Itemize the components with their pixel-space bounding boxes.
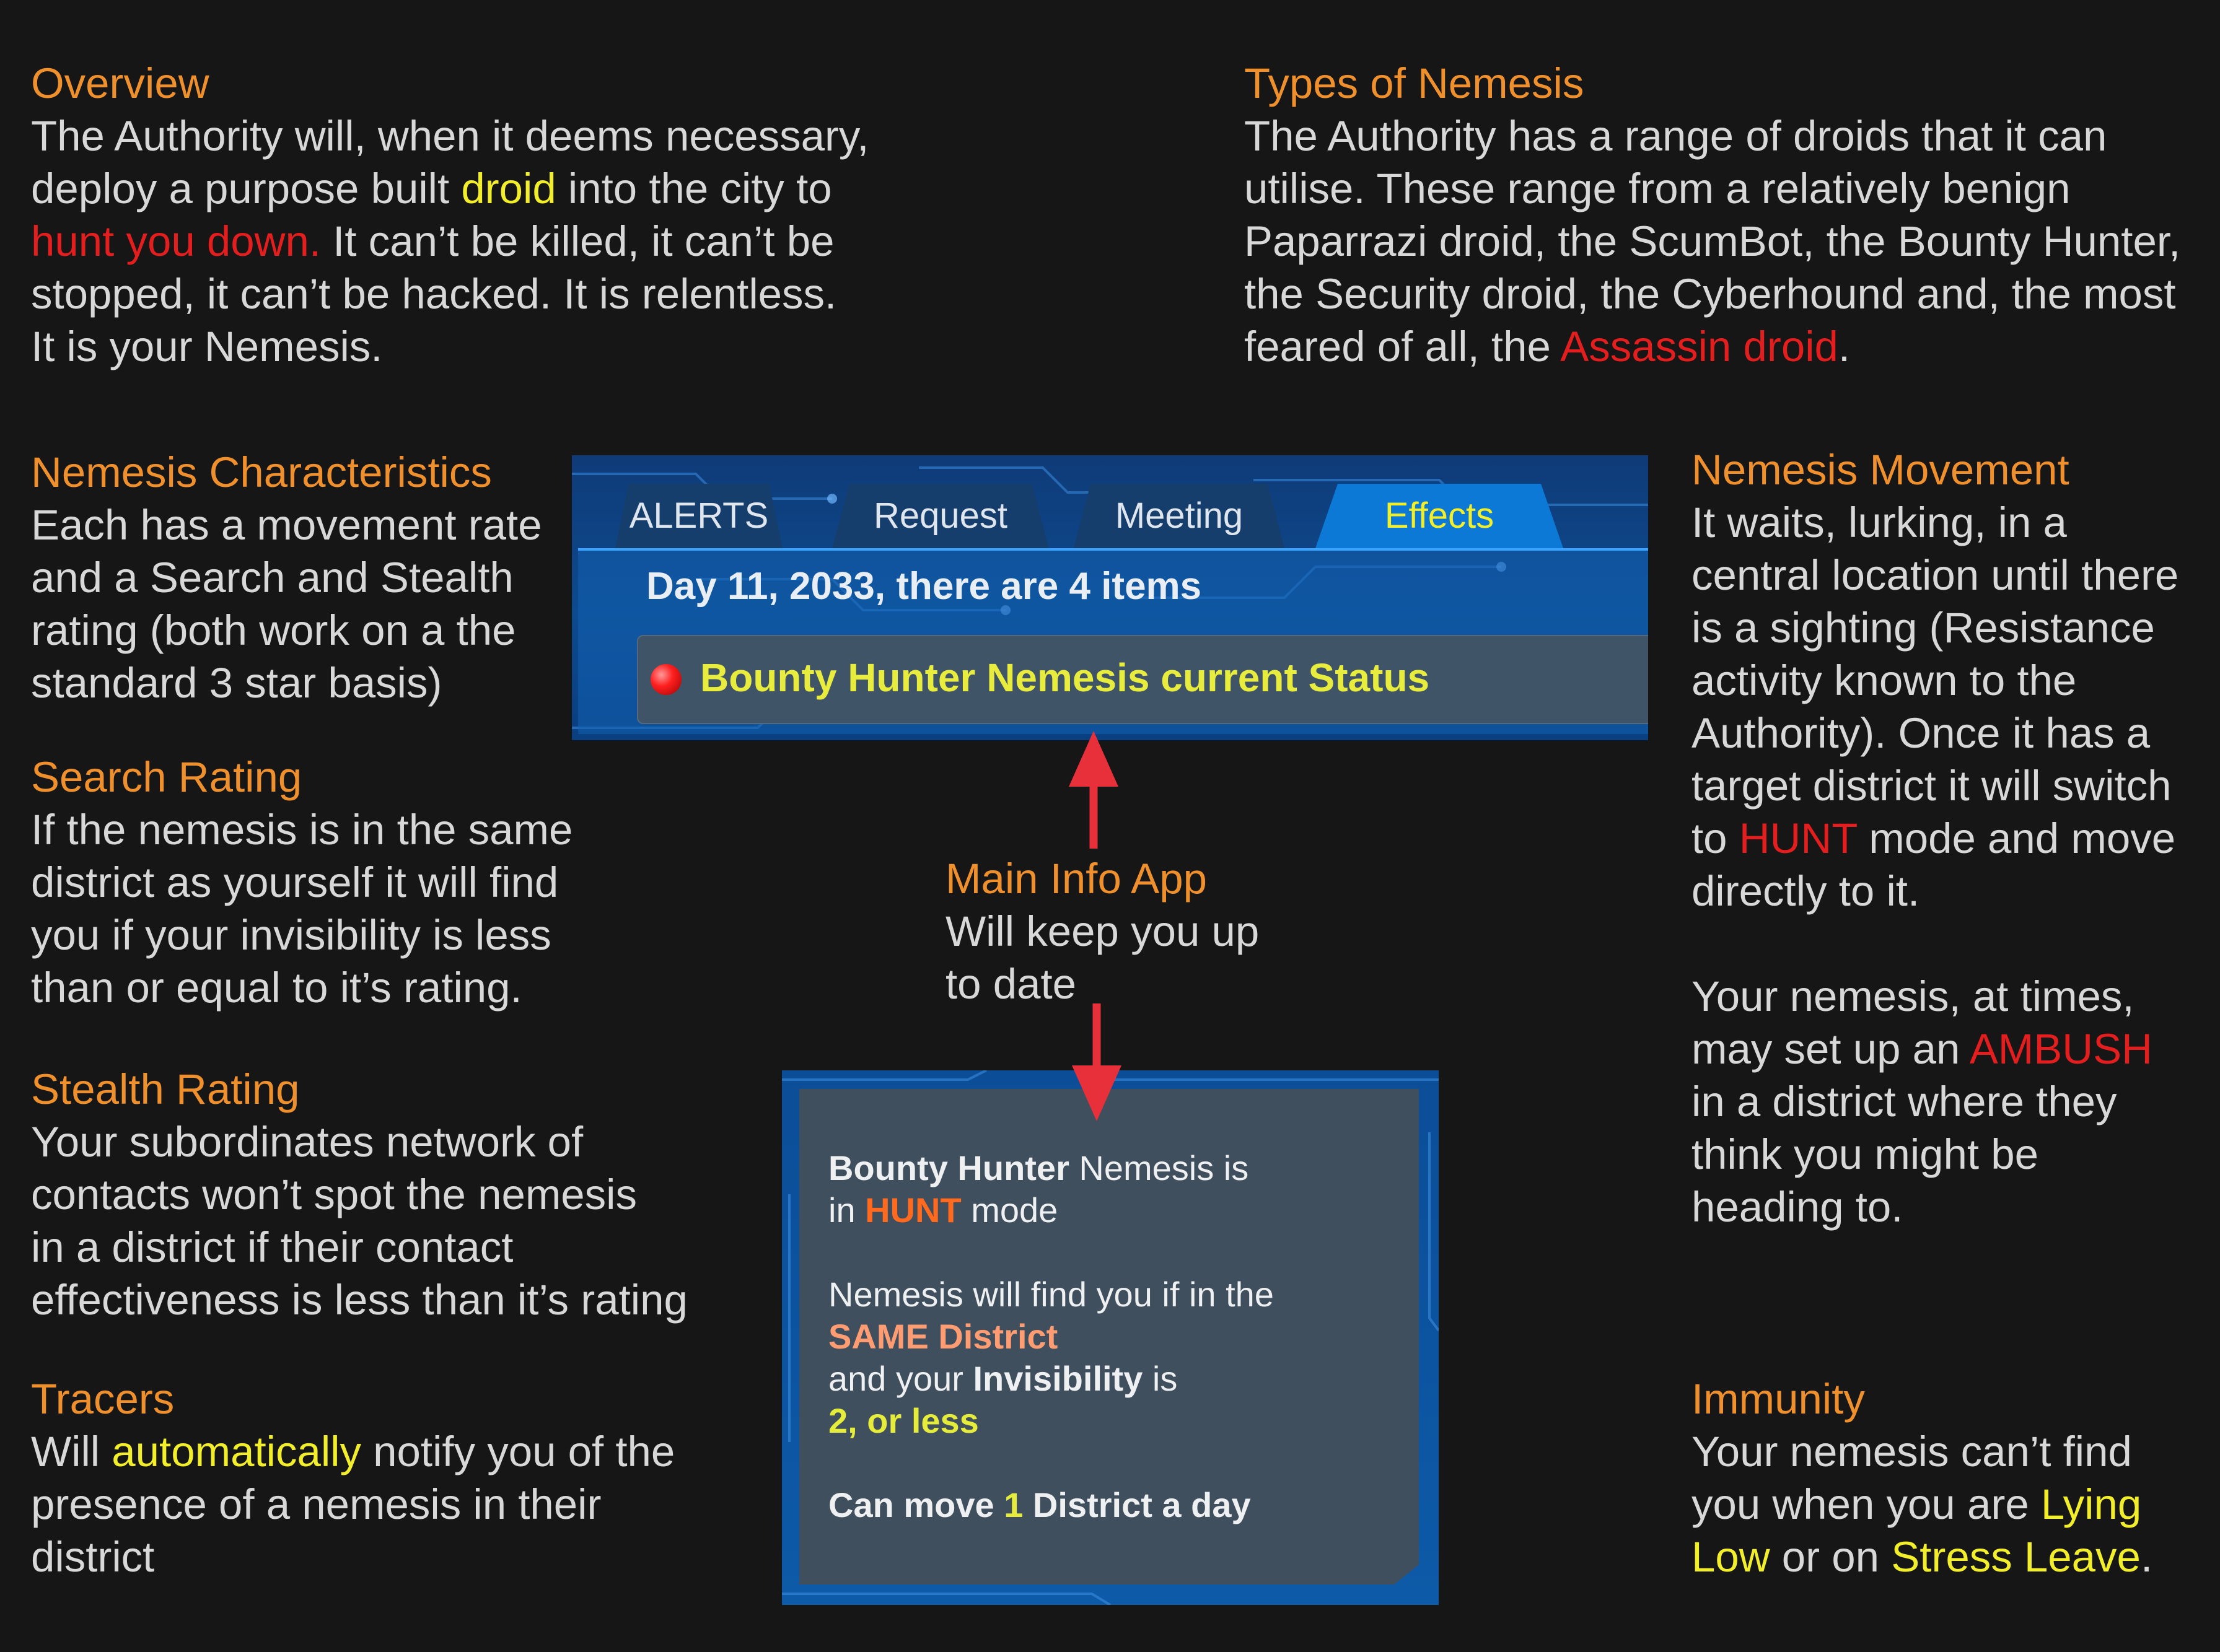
ambush-highlight: AMBUSH bbox=[1969, 1025, 2152, 1073]
search-heading: Search Rating bbox=[31, 753, 302, 801]
movement-line: directly to it. bbox=[1691, 867, 1920, 915]
overview-line: It is your Nemesis. bbox=[31, 323, 383, 370]
lying-highlight: Lying bbox=[2040, 1480, 2142, 1528]
movement-heading: Nemesis Movement bbox=[1691, 446, 2069, 494]
movement-line: target district it will switch bbox=[1691, 762, 2172, 810]
main-info-line: Will keep you up bbox=[945, 907, 1260, 955]
movement-line: activity known to the bbox=[1691, 657, 2077, 704]
card-line: Bounty Hunter Nemesis is bbox=[828, 1148, 1249, 1187]
types-heading: Types of Nemesis bbox=[1244, 59, 1584, 107]
immunity-section: Immunity Your nemesis can’t find you whe… bbox=[1691, 1373, 2152, 1583]
stealth-heading: Stealth Rating bbox=[31, 1065, 300, 1113]
status-list-item[interactable]: Bounty Hunter Nemesis current Status bbox=[637, 635, 1648, 724]
tracers-line: Will automatically notify you of the bbox=[31, 1428, 675, 1475]
hunt-highlight: hunt you down. bbox=[31, 217, 322, 265]
immunity-line: you when you are Lying bbox=[1691, 1480, 2142, 1528]
stealth-line: Your subordinates network of bbox=[31, 1118, 584, 1166]
characteristics-line: standard 3 star basis) bbox=[31, 659, 442, 707]
same-district-label: SAME District bbox=[828, 1317, 1058, 1356]
search-line: you if your invisibility is less bbox=[31, 911, 551, 959]
main-info-line: to date bbox=[945, 960, 1077, 1008]
overview-line: deploy a purpose built droid into the ci… bbox=[31, 165, 832, 212]
card-line: Nemesis will find you if in the bbox=[828, 1275, 1274, 1314]
movement-line: heading to. bbox=[1691, 1183, 1903, 1231]
overview-section: Overview The Authority will, when it dee… bbox=[31, 57, 869, 373]
search-line: If the nemesis is in the same bbox=[31, 806, 573, 854]
overview-line: hunt you down. It can’t be killed, it ca… bbox=[31, 217, 835, 265]
assassin-highlight: Assassin droid bbox=[1560, 323, 1838, 370]
automatically-highlight: automatically bbox=[112, 1428, 361, 1475]
move-rate-value: 1 bbox=[1004, 1485, 1024, 1524]
characteristics-heading: Nemesis Characteristics bbox=[31, 448, 492, 496]
low-highlight: Low bbox=[1691, 1533, 1770, 1581]
characteristics-section: Nemesis Characteristics Each has a movem… bbox=[31, 446, 542, 709]
types-line: the Security droid, the Cyberhound and, … bbox=[1244, 270, 2176, 318]
status-item-label: Bounty Hunter Nemesis current Status bbox=[700, 655, 1430, 700]
main-info-heading: Main Info App bbox=[945, 855, 1207, 902]
tracers-line: district bbox=[31, 1533, 155, 1581]
movement-line: may set up an AMBUSH bbox=[1691, 1025, 2152, 1073]
card-line: and your Invisibility is bbox=[828, 1359, 1178, 1398]
tracers-section: Tracers Will automatically notify you of… bbox=[31, 1373, 675, 1583]
movement-line: It waits, lurking, in a bbox=[1691, 499, 2067, 546]
movement-line: Authority). Once it has a bbox=[1691, 709, 2151, 757]
tab-request[interactable]: Request bbox=[832, 484, 1049, 548]
down-arrow-icon bbox=[1072, 1003, 1121, 1121]
tracers-line: presence of a nemesis in their bbox=[31, 1480, 602, 1528]
movement-line: central location until there bbox=[1691, 551, 2179, 599]
types-line: Paparrazi droid, the ScumBot, the Bounty… bbox=[1244, 217, 2181, 265]
search-section: Search Rating If the nemesis is in the s… bbox=[31, 751, 573, 1014]
tracers-heading: Tracers bbox=[31, 1375, 175, 1423]
card-line: in HUNT mode bbox=[828, 1191, 1058, 1230]
stealth-section: Stealth Rating Your subordinates network… bbox=[31, 1063, 688, 1326]
stealth-line: effectiveness is less than it’s rating bbox=[31, 1276, 688, 1324]
immunity-line: Low or on Stress Leave. bbox=[1691, 1533, 2153, 1581]
characteristics-line: Each has a movement rate bbox=[31, 501, 542, 549]
overview-heading: Overview bbox=[31, 59, 209, 107]
search-line: district as yourself it will find bbox=[31, 859, 559, 906]
search-line: than or equal to it’s rating. bbox=[31, 964, 522, 1012]
movement-line: to HUNT mode and move bbox=[1691, 815, 2176, 862]
types-line: feared of all, the Assassin droid. bbox=[1244, 323, 1851, 370]
tab-effects[interactable]: Effects bbox=[1315, 484, 1563, 548]
tab-alerts[interactable]: ALERTS bbox=[615, 484, 783, 548]
hunt-mode-label: HUNT bbox=[865, 1191, 962, 1230]
nemesis-status-card: Bounty Hunter Nemesis is in HUNT mode Ne… bbox=[782, 1070, 1439, 1605]
main-info-section: Main Info App Will keep you up to date bbox=[945, 852, 1259, 1010]
movement-line: in a district where they bbox=[1691, 1078, 2117, 1125]
characteristics-line: and a Search and Stealth bbox=[31, 554, 514, 601]
hunt-mode-highlight: HUNT bbox=[1739, 815, 1858, 862]
types-line: utilise. These range from a relatively b… bbox=[1244, 165, 2071, 212]
up-arrow-icon bbox=[1069, 731, 1118, 849]
types-line: The Authority has a range of droids that… bbox=[1244, 112, 2107, 160]
movement-line: is a sighting (Resistance bbox=[1691, 604, 2155, 652]
droid-highlight: droid bbox=[461, 165, 556, 212]
tab-meeting[interactable]: Meeting bbox=[1074, 484, 1284, 548]
stealth-line: in a district if their contact bbox=[31, 1223, 514, 1271]
tab-bar: ALERTS Request Meeting Effects bbox=[572, 455, 1648, 548]
overview-line: The Authority will, when it deems necess… bbox=[31, 112, 869, 160]
stress-leave-highlight: Stress Leave bbox=[1891, 1533, 2141, 1581]
movement-line: think you might be bbox=[1691, 1130, 2038, 1178]
types-section: Types of Nemesis The Authority has a ran… bbox=[1244, 57, 2180, 373]
characteristics-line: rating (both work on a the bbox=[31, 606, 516, 654]
red-alert-dot-icon bbox=[651, 664, 682, 695]
immunity-heading: Immunity bbox=[1691, 1375, 1865, 1423]
invisibility-threshold: 2, or less bbox=[828, 1401, 979, 1440]
card-line: Can move 1 District a day bbox=[828, 1485, 1251, 1524]
date-line: Day 11, 2033, there are 4 items bbox=[646, 565, 1202, 608]
immunity-line: Your nemesis can’t find bbox=[1691, 1428, 2132, 1475]
movement-line: Your nemesis, at times, bbox=[1691, 972, 2134, 1020]
stealth-line: contacts won’t spot the nemesis bbox=[31, 1171, 637, 1218]
main-info-app-panel: ALERTS Request Meeting Effects Day 11, 2… bbox=[572, 455, 1648, 740]
movement-section: Nemesis Movement It waits, lurking, in a… bbox=[1691, 444, 2178, 1233]
overview-line: stopped, it can’t be hacked. It is relen… bbox=[31, 270, 837, 318]
